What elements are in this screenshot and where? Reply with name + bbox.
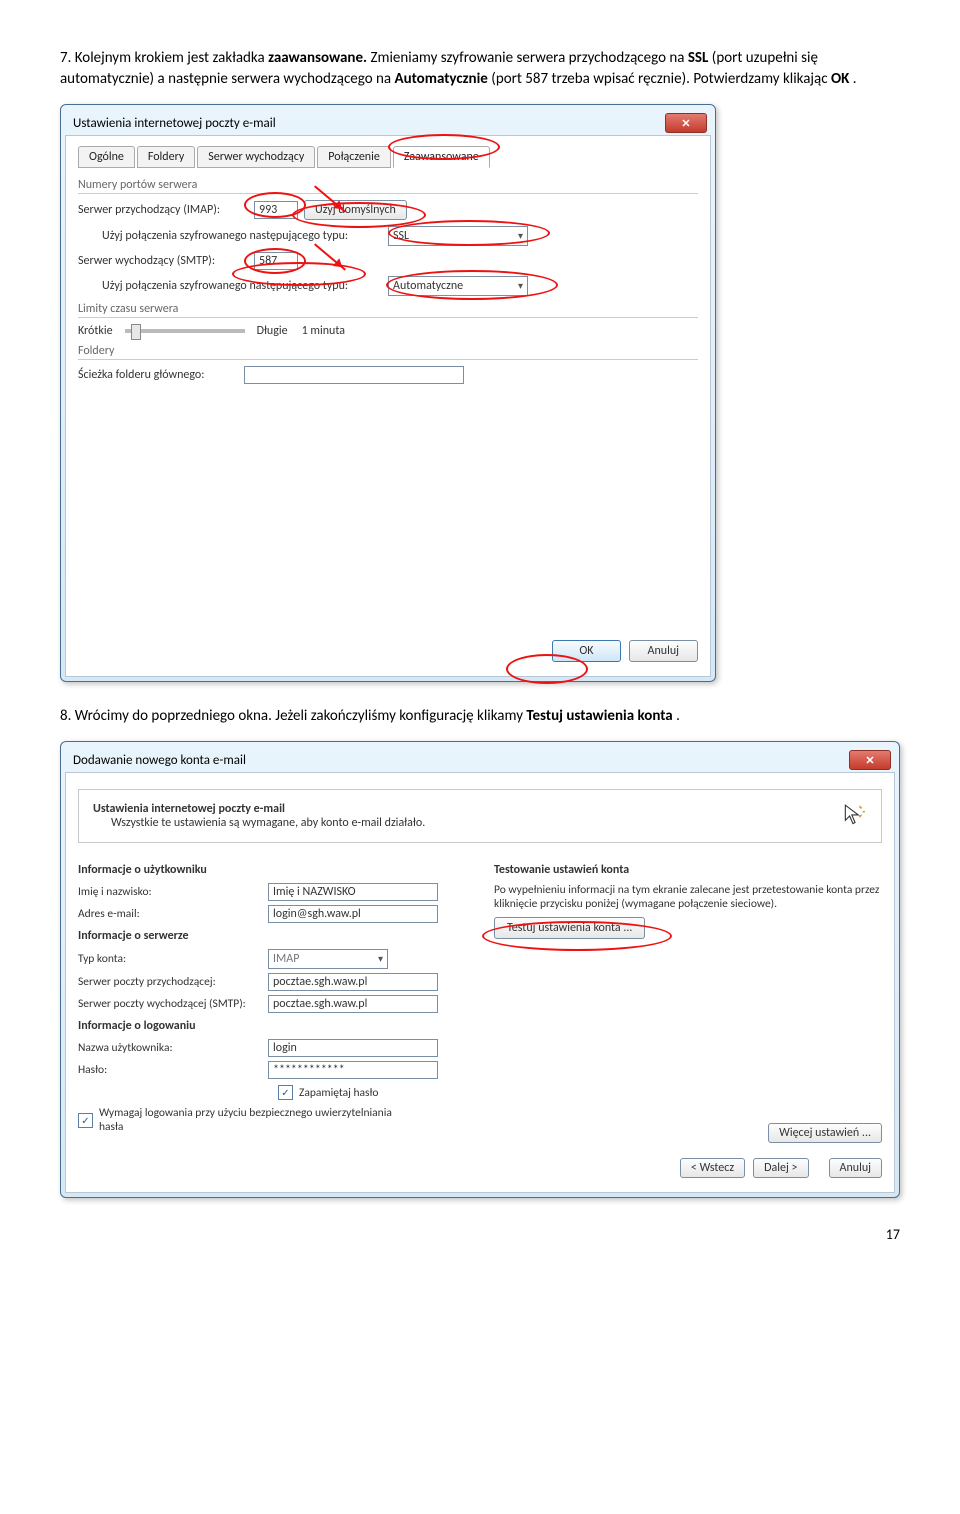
add-account-dialog: Dodawanie nowego konta e-mail ✕ Ustawien… [60, 741, 900, 1198]
root-folder-input[interactable] [244, 366, 464, 384]
spa-label: Wymagaj logowania przy użyciu bezpieczne… [99, 1106, 418, 1134]
use-defaults-button[interactable]: Użyj domyślnych [304, 200, 407, 220]
more-settings-button[interactable]: Więcej ustawień ... [768, 1123, 882, 1143]
username-input[interactable]: login [268, 1039, 438, 1057]
next-button[interactable]: Dalej > [753, 1158, 808, 1178]
spa-checkbox[interactable]: ✓ [78, 1113, 93, 1128]
name-label: Imię i nazwisko: [78, 885, 268, 899]
incoming-enc-select[interactable]: SSL [388, 226, 528, 246]
dialog-title: Ustawienia internetowej poczty e-mail [73, 116, 276, 131]
outgoing-server-label: Serwer poczty wychodzącej (SMTP): [78, 997, 268, 1011]
type-label: Typ konta: [78, 952, 268, 966]
group-ports: Numery portów serwera [78, 178, 698, 194]
server-info-header: Informacje o serwerze [78, 929, 466, 943]
root-folder-label: Ścieżka folderu głównego: [78, 368, 238, 382]
incoming-port-label: Serwer przychodzący (IMAP): [78, 203, 248, 217]
email-label: Adres e-mail: [78, 907, 268, 921]
group-folders-label: Foldery [78, 344, 698, 360]
back-button[interactable]: < Wstecz [680, 1158, 745, 1178]
remember-password-label: Zapamiętaj hasło [299, 1086, 378, 1100]
timeout-long-label: Długie [257, 324, 288, 338]
instruction-step-7: 7. Kolejnym krokiem jest zakładka zaawan… [60, 48, 900, 90]
timeout-slider[interactable] [125, 329, 245, 333]
tab-folders[interactable]: Foldery [137, 146, 195, 168]
incoming-enc-label: Użyj połączenia szyfrowanego następujące… [102, 229, 382, 243]
outgoing-server-input[interactable]: pocztae.sgh.waw.pl [268, 995, 438, 1013]
remember-password-checkbox[interactable]: ✓ [278, 1085, 293, 1100]
login-info-header: Informacje o logowaniu [78, 1019, 466, 1033]
outgoing-port-input[interactable]: 587 [254, 252, 298, 270]
instruction-step-8: 8. Wrócimy do poprzedniego okna. Jeżeli … [60, 706, 900, 727]
timeout-value: 1 minuta [302, 324, 345, 338]
test-header: Testowanie ustawień konta [494, 863, 882, 877]
outgoing-port-label: Serwer wychodzący (SMTP): [78, 254, 248, 268]
cursor-click-icon [841, 803, 867, 829]
test-desc: Po wypełnieniu informacji na tym ekranie… [494, 883, 882, 911]
tab-outgoing[interactable]: Serwer wychodzący [197, 146, 315, 168]
user-info-header: Informacje o użytkowniku [78, 863, 466, 877]
account-type-select[interactable]: IMAP [268, 949, 388, 969]
outgoing-enc-label: Użyj połączenia szyfrowanego następujące… [102, 279, 382, 293]
page-number: 17 [60, 1226, 900, 1243]
username-label: Nazwa użytkownika: [78, 1041, 268, 1055]
test-settings-button[interactable]: Testuj ustawienia konta ... [494, 917, 645, 939]
incoming-port-input[interactable]: 993 [254, 201, 298, 219]
incoming-server-input[interactable]: pocztae.sgh.waw.pl [268, 973, 438, 991]
name-input[interactable]: Imię i NAZWISKO [268, 883, 438, 901]
group-limits: Limity czasu serwera [78, 302, 698, 318]
sub-title: Ustawienia internetowej poczty e-mail [93, 802, 425, 816]
email-advanced-dialog: Ustawienia internetowej poczty e-mail ✕ … [60, 104, 716, 682]
tab-connection[interactable]: Połączenie [317, 146, 391, 168]
outgoing-enc-select[interactable]: Automatyczne [388, 276, 528, 296]
dialog-title: Dodawanie nowego konta e-mail [73, 753, 246, 768]
password-input[interactable]: ************ [268, 1061, 438, 1079]
close-icon[interactable]: ✕ [849, 750, 891, 770]
sub-desc: Wszystkie te ustawienia są wymagane, aby… [111, 816, 425, 830]
close-icon[interactable]: ✕ [665, 113, 707, 133]
tab-general[interactable]: Ogólne [78, 146, 135, 168]
cancel-button[interactable]: Anuluj [629, 640, 698, 662]
ok-button[interactable]: OK [552, 640, 620, 662]
timeout-short-label: Krótkie [78, 324, 113, 338]
email-input[interactable]: login@sgh.waw.pl [268, 905, 438, 923]
incoming-server-label: Serwer poczty przychodzącej: [78, 975, 268, 989]
tab-advanced[interactable]: Zaawansowane [393, 146, 490, 168]
password-label: Hasło: [78, 1063, 268, 1077]
cancel-button[interactable]: Anuluj [829, 1158, 882, 1178]
